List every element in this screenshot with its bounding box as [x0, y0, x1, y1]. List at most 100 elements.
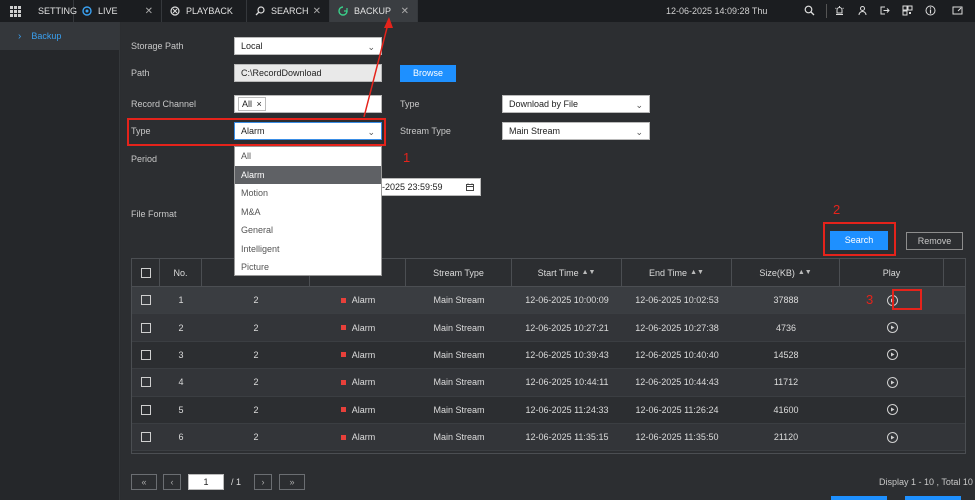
start-time-label: Start Time — [537, 267, 579, 278]
tab-backup[interactable]: BACKUP ✕ — [330, 0, 418, 22]
row-end-time: 12-06-2025 10:44:43 — [635, 377, 719, 388]
stream-type-value: Main Stream — [509, 126, 561, 136]
header-play: Play — [840, 259, 944, 286]
header-no[interactable]: No. — [160, 259, 202, 286]
close-icon[interactable]: × — [257, 99, 262, 109]
browse-button[interactable]: Browse — [400, 65, 456, 82]
dropdown-option-general[interactable]: General — [235, 221, 381, 240]
channel-tag-label: All — [242, 99, 253, 109]
alarm-marker-icon — [340, 352, 346, 358]
tab-live[interactable]: LIVE ✕ — [74, 0, 162, 22]
play-icon[interactable] — [886, 376, 898, 388]
play-icon[interactable] — [886, 404, 898, 416]
dropdown-option-picture[interactable]: Picture — [235, 258, 381, 277]
annotation-number-2: 2 — [833, 202, 841, 217]
table-row[interactable]: 3 2 Alarm Main Stream 12-06-2025 10:39:43 12-… — [132, 342, 965, 370]
path-value: C:\RecordDownload — [241, 68, 322, 78]
row-type: Alarm — [310, 287, 406, 313]
row-end-time: 12-06-2025 10:40:40 — [635, 349, 719, 360]
first-page-button[interactable]: « — [131, 474, 157, 490]
page-input[interactable]: 1 — [188, 474, 224, 490]
header-end-time[interactable]: End Time ▲▼ — [622, 259, 732, 286]
tab-setting[interactable]: SETTING — [30, 0, 77, 22]
storage-path-label: Storage Path — [131, 41, 184, 51]
search-icon[interactable] — [803, 5, 815, 17]
row-checkbox[interactable] — [141, 322, 151, 333]
row-size: 21120 — [773, 432, 799, 443]
tab-live-label: LIVE — [98, 6, 118, 16]
row-type-label: Alarm — [351, 432, 376, 443]
row-checkbox[interactable] — [141, 432, 151, 443]
close-icon[interactable]: ✕ — [401, 6, 409, 17]
row-checkbox[interactable] — [141, 295, 151, 306]
table-row[interactable]: 1 2 Alarm Main Stream 12-06-2025 10:00:09 12-… — [132, 287, 965, 315]
qr-icon[interactable] — [901, 5, 913, 17]
download-type-value: Download by File — [509, 99, 579, 109]
record-channel-select[interactable]: All × — [234, 95, 382, 113]
row-checkbox-cell — [132, 369, 160, 395]
dropdown-option-m-and-a[interactable]: M&A — [235, 203, 381, 222]
dropdown-option-motion[interactable]: Motion — [235, 184, 381, 203]
play-icon[interactable] — [886, 431, 898, 443]
row-stream: Main Stream — [433, 404, 485, 415]
calendar-icon[interactable] — [466, 180, 474, 196]
path-field[interactable]: C:\RecordDownload — [234, 64, 382, 82]
play-icon[interactable] — [886, 349, 898, 361]
cancel-button[interactable] — [905, 496, 961, 500]
header-stream-type[interactable]: Stream Type — [406, 259, 512, 286]
end-time-label: End Time — [649, 267, 688, 278]
download-type-select[interactable]: Download by File ⌄ — [502, 95, 650, 113]
row-play-cell — [840, 424, 944, 450]
backup-button[interactable] — [831, 496, 887, 500]
close-icon[interactable]: ✕ — [145, 6, 153, 17]
row-start-time: 12-06-2025 10:27:21 — [525, 322, 609, 333]
last-page-button[interactable]: » — [279, 474, 305, 490]
play-icon[interactable] — [886, 322, 898, 334]
row-start-time: 12-06-2025 10:39:43 — [525, 349, 609, 360]
storage-path-select[interactable]: Local ⌄ — [234, 37, 382, 55]
dropdown-option-alarm[interactable]: Alarm — [235, 165, 381, 184]
table-row[interactable]: 2 2 Alarm Main Stream 12-06-2025 10:27:21 12-… — [132, 314, 965, 342]
user-icon[interactable] — [856, 5, 868, 17]
close-icon[interactable]: ✕ — [313, 6, 321, 17]
row-type-label: Alarm — [351, 377, 376, 388]
row-channel: 2 — [253, 404, 259, 415]
backup-panel: Storage Path Local ⌄ Path C:\RecordDownl… — [121, 22, 975, 500]
main-menu-icon[interactable] — [0, 0, 30, 22]
next-page-button[interactable]: › — [254, 474, 272, 490]
table-row[interactable]: 5 2 Alarm Main Stream 12-06-2025 11:24:33 12-… — [132, 397, 965, 424]
logout-icon[interactable] — [878, 5, 890, 17]
table-row[interactable]: 6 2 Alarm Main Stream 12-06-2025 11:35:15 12-… — [132, 423, 965, 452]
dropdown-option-all[interactable]: All — [235, 147, 381, 166]
header-size[interactable]: Size(KB) ▲▼ — [732, 259, 840, 286]
table-body: 1 2 Alarm Main Stream 12-06-2025 10:00:09 12-… — [132, 287, 965, 452]
row-type: Alarm — [310, 397, 406, 423]
stream-type-select[interactable]: Main Stream ⌄ — [502, 122, 650, 140]
stream-type-label: Stream Type — [400, 126, 451, 136]
tab-playback[interactable]: PLAYBACK — [162, 0, 247, 22]
sidebar-item-backup[interactable]: › Backup — [0, 22, 119, 50]
dropdown-option-intelligent[interactable]: Intelligent — [235, 240, 381, 259]
row-stream: Main Stream — [433, 432, 485, 443]
row-channel: 2 — [253, 349, 259, 360]
select-all-checkbox[interactable] — [140, 267, 151, 278]
tab-search[interactable]: SEARCH ✕ — [247, 0, 330, 22]
datetime: 12-06-2025 14:09:28 Thu — [666, 6, 768, 16]
row-play-cell — [840, 342, 944, 368]
remove-button[interactable]: Remove — [906, 232, 963, 250]
header-start-time[interactable]: Start Time ▲▼ — [512, 259, 622, 286]
row-checkbox[interactable] — [141, 349, 151, 360]
row-checkbox[interactable] — [141, 404, 151, 415]
fullscreen-icon[interactable] — [951, 5, 963, 17]
alarm-icon[interactable] — [833, 5, 845, 17]
display-count: Display 1 - 10 , Total 10 — [879, 477, 973, 487]
table-row[interactable]: 4 2 Alarm Main Stream 12-06-2025 10:44:11 12-… — [132, 369, 965, 397]
sort-icon: ▲▼ — [797, 269, 812, 276]
row-type-label: Alarm — [351, 322, 376, 333]
info-icon[interactable] — [924, 5, 936, 17]
row-checkbox[interactable] — [141, 377, 151, 388]
playback-icon — [170, 6, 180, 16]
channel-tag[interactable]: All × — [238, 97, 266, 111]
row-size: 41600 — [773, 404, 799, 415]
prev-page-button[interactable]: ‹ — [163, 474, 181, 490]
